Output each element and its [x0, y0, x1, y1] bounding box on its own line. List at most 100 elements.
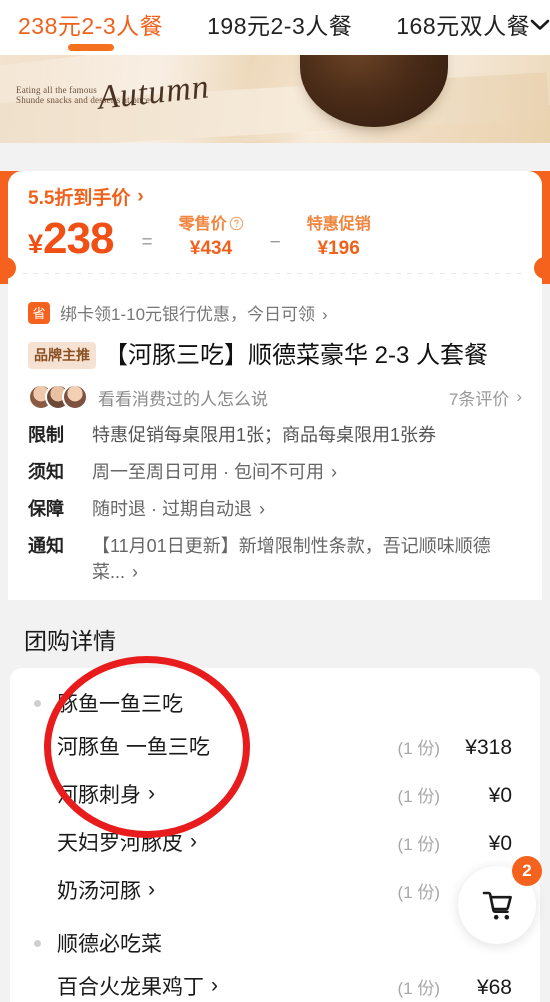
tabs-expand-button[interactable] — [530, 18, 550, 37]
dish-row[interactable]: 天妇罗河豚皮 › (1 份) ¥0 — [10, 818, 540, 866]
bank-coupon-text: 绑卡领1-10元银行优惠，今日可领 › — [60, 300, 328, 325]
ticket-dashed-divider — [22, 273, 528, 275]
dish-qty: (1 份) — [397, 979, 441, 999]
info-arrow-icon: › — [331, 462, 337, 483]
info-row-limit: 限制 特惠促销每桌限用1张；商品每桌限用1张券 — [8, 410, 542, 447]
promo-discount-block: 特惠促销 ¥196 — [307, 214, 371, 261]
dish-qty: (1 份) — [397, 883, 441, 903]
discount-arrow-icon: › — [137, 185, 144, 207]
info-key: 限制 — [28, 425, 64, 446]
brand-promo-tag: 品牌主推 — [28, 342, 96, 369]
group-name: 顺德必吃菜 — [57, 933, 162, 957]
dish-group-header: 顺德必吃菜 — [10, 914, 540, 962]
tab-package-2[interactable]: 168元双人餐 — [396, 7, 530, 49]
minus-sign: − — [269, 232, 281, 254]
info-value: 【11月01日更新】新增限制性条款，吾记顺味顺德菜... › — [92, 532, 522, 584]
info-row-notice[interactable]: 须知 周一至周日可用 · 包间不可用 › — [8, 447, 542, 484]
review-entry-row[interactable]: 看看消费过的人怎么说 7条评价 › — [8, 374, 542, 411]
save-badge-icon: 省 — [28, 301, 50, 324]
dish-name-link[interactable]: 奶汤河豚 › — [57, 875, 155, 905]
dish-qty: (1 份) — [397, 739, 441, 759]
page-title: 【河豚三吃】顺德菜豪华 2-3 人套餐 — [104, 342, 489, 370]
tab-package-0[interactable]: 238元2-3人餐 — [18, 7, 163, 49]
equals-sign: = — [141, 232, 153, 254]
bank-coupon-arrow-icon: › — [322, 305, 328, 325]
info-arrow-icon: › — [259, 499, 265, 520]
retail-price-block[interactable]: 零售价 ¥434 — [179, 214, 244, 261]
dish-name-link[interactable]: 百合火龙果鸡丁 › — [57, 971, 218, 1001]
dish-name-link[interactable]: 河豚刺身 › — [57, 779, 155, 809]
tab-label: 168元双人餐 — [396, 12, 531, 39]
dish-name: 河豚鱼 一鱼三吃 — [57, 736, 210, 760]
info-value-text: 周一至周日可用 · 包间不可用 — [92, 462, 324, 483]
dish-qty: (1 份) — [397, 787, 441, 807]
dish-name: 奶汤河豚 — [57, 880, 141, 904]
retail-price-label: 零售价 — [178, 216, 227, 233]
review-prompt-label: 看看消费过的人怎么说 — [98, 389, 268, 409]
dish-row: 河豚鱼 一鱼三吃 (1 份) ¥318 — [10, 722, 540, 770]
info-key: 通知 — [28, 536, 64, 557]
dish-row[interactable]: 河豚刺身 › (1 份) ¥0 — [10, 770, 540, 818]
bank-coupon-label: 绑卡领1-10元银行优惠，今日可领 — [60, 305, 316, 325]
currency-symbol: ¥ — [28, 229, 44, 260]
dish-price: ¥318 — [465, 736, 512, 760]
cart-count-badge: 2 — [512, 856, 542, 886]
dish-name: 天妇罗河豚皮 — [57, 832, 183, 856]
final-price-amount: 238 — [43, 214, 114, 264]
bank-coupon-row[interactable]: 省 绑卡领1-10元银行优惠，今日可领 › — [8, 294, 542, 327]
info-key: 须知 — [28, 462, 64, 483]
dish-price: ¥0 — [488, 832, 512, 856]
product-title-row: 品牌主推 【河豚三吃】顺德菜豪华 2-3 人套餐 — [8, 327, 542, 374]
group-bullet-icon — [34, 699, 41, 707]
review-arrow-icon: › — [516, 387, 522, 407]
dish-price: ¥68 — [476, 976, 512, 1000]
info-arrow-icon: › — [132, 562, 139, 583]
review-count-link[interactable]: 7条评价 › — [449, 385, 522, 410]
price-breakdown-row: ¥238 = 零售价 ¥434 − 特惠促销 ¥196 — [8, 210, 542, 261]
package-tab-bar: 238元2-3人餐 198元2-3人餐 168元双人餐 — [0, 0, 550, 55]
price-section: 半年售 100+ 5.5折到手价 › ¥238 = 零售价 — [0, 171, 550, 285]
dish-arrow-icon: › — [148, 782, 155, 806]
dish-name-link[interactable]: 天妇罗河豚皮 › — [57, 827, 197, 857]
group-name: 豚鱼一鱼三吃 — [57, 693, 183, 717]
product-detail-page: 238元2-3人餐 198元2-3人餐 168元双人餐 Eating all t… — [0, 0, 550, 1002]
review-count-label: 7条评价 — [448, 389, 510, 409]
info-value: 特惠促销每桌限用1张；商品每桌限用1张券 — [92, 425, 437, 446]
price-ticket-card: 5.5折到手价 › ¥238 = 零售价 ¥434 − 特惠促销 ¥196 — [0, 171, 550, 285]
tab-package-1[interactable]: 198元2-3人餐 — [207, 7, 352, 49]
retail-price-value: ¥434 — [189, 237, 233, 259]
dish-name: 河豚刺身 — [57, 784, 141, 808]
details-card: 豚鱼一鱼三吃 河豚鱼 一鱼三吃 (1 份) ¥318 河豚刺身 › (1 份) ¥… — [10, 668, 540, 1002]
promo-caption: 特惠促销 — [306, 216, 371, 233]
promo-value: ¥196 — [317, 237, 360, 259]
info-value-text: 【11月01日更新】新增限制性条款，吾记顺味顺德菜... — [92, 536, 491, 583]
details-section-title: 团购详情 — [24, 628, 116, 655]
hero-banner[interactable]: Eating all the famous Shunde snacks and … — [0, 55, 550, 143]
discount-link[interactable]: 5.5折到手价 › — [8, 183, 542, 210]
info-key: 保障 — [28, 499, 64, 520]
dish-arrow-icon: › — [148, 878, 155, 902]
info-value: 随时退 · 过期自动退 › — [92, 495, 265, 521]
question-circle-icon[interactable] — [229, 216, 244, 231]
info-value: 周一至周日可用 · 包间不可用 › — [92, 458, 337, 484]
avatar — [62, 384, 88, 411]
dish-group-header: 豚鱼一鱼三吃 — [10, 682, 540, 722]
final-price: ¥238 — [28, 214, 114, 264]
dish-price: ¥0 — [488, 784, 512, 808]
discount-label: 5.5折到手价 — [28, 188, 131, 209]
retail-price-caption: 零售价 — [179, 214, 244, 236]
tab-label: 198元2-3人餐 — [207, 12, 353, 39]
group-bullet-icon — [34, 939, 41, 947]
shopping-cart-icon — [482, 891, 512, 920]
chevron-down-icon — [530, 19, 550, 30]
dish-row[interactable]: 百合火龙果鸡丁 › (1 份) ¥68 — [10, 962, 540, 1002]
dish-name: 百合火龙果鸡丁 — [57, 976, 204, 1000]
reviewer-avatars — [28, 384, 88, 411]
product-info-panel: 省 绑卡领1-10元银行优惠，今日可领 › 品牌主推 【河豚三吃】顺德菜豪华 2-3… — [8, 284, 542, 601]
info-row-guarantee[interactable]: 保障 随时退 · 过期自动退 › — [8, 484, 542, 521]
tab-label: 238元2-3人餐 — [18, 12, 164, 39]
info-value-text: 随时退 · 过期自动退 — [92, 499, 252, 520]
dish-arrow-icon: › — [190, 830, 197, 854]
dish-qty: (1 份) — [397, 835, 441, 855]
info-row-announcement[interactable]: 通知 【11月01日更新】新增限制性条款，吾记顺味顺德菜... › — [8, 521, 542, 584]
